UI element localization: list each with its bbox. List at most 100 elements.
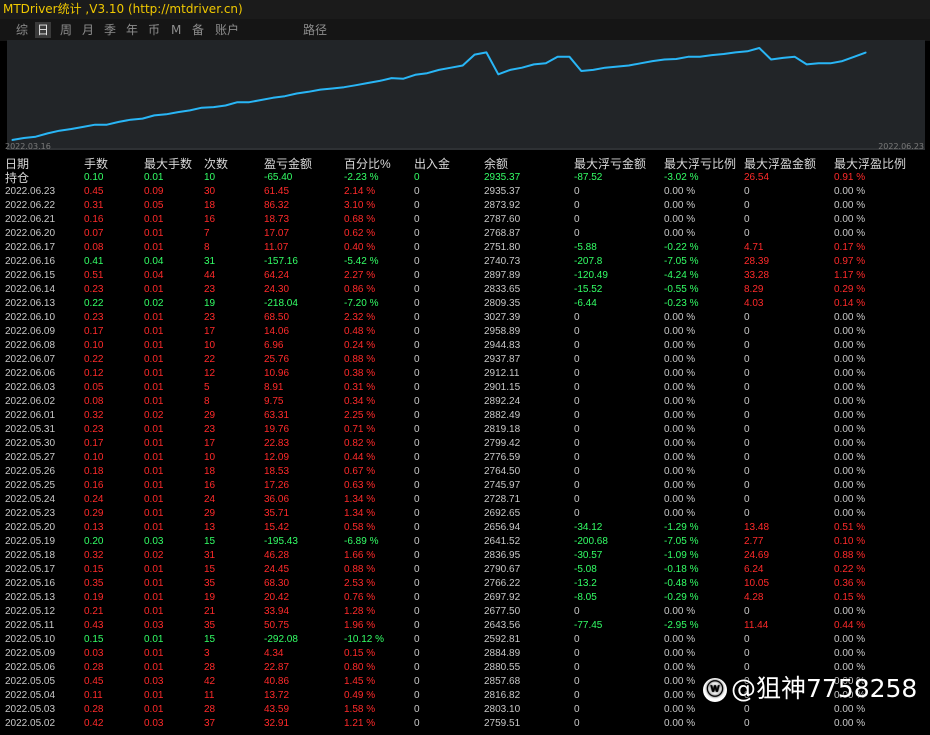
equity-point — [379, 80, 381, 82]
table-row[interactable]: 2022.06.01 0.32 0.02 29 63.31 2.25 % 0 2882.49 0… — [5, 409, 925, 423]
equity-point — [675, 58, 677, 60]
header-lots[interactable]: 手数 — [84, 157, 108, 171]
table-row[interactable]: 2022.05.02 0.42 0.03 37 32.91 1.21 % 0 2759.51 0… — [5, 717, 925, 731]
cell: 0 — [414, 452, 420, 463]
header-max-float-loss-pct[interactable]: 最大浮亏比例 — [664, 157, 736, 171]
header-max-lots[interactable]: 最大手数 — [144, 157, 192, 171]
menu-item-path[interactable]: 路径 — [301, 22, 329, 38]
cell: 0.02 — [144, 550, 164, 561]
cell: 0 — [744, 228, 750, 239]
table-row[interactable]: 2022.05.30 0.17 0.01 17 22.83 0.82 % 0 2799.42 0… — [5, 437, 925, 451]
table-row[interactable]: 2022.05.27 0.10 0.01 10 12.09 0.44 % 0 2776.59 0… — [5, 451, 925, 465]
table-row[interactable]: 2022.05.12 0.21 0.01 21 33.94 1.28 % 0 2677.50 0… — [5, 605, 925, 619]
table-row[interactable]: 2022.06.07 0.22 0.01 22 25.76 0.88 % 0 2937.87 0… — [5, 353, 925, 367]
table-row[interactable]: 2022.06.13 0.22 0.02 19 -218.04 -7.20 % 0 2809.… — [5, 297, 925, 311]
cell: 0 — [414, 480, 420, 491]
menu-item-m[interactable]: M — [169, 22, 183, 38]
equity-point — [592, 69, 594, 71]
cell: 0.44 % — [344, 452, 376, 463]
menu-item-month[interactable]: 月 — [80, 22, 96, 38]
equity-point — [521, 67, 523, 69]
table-row[interactable]: 2022.05.31 0.23 0.01 23 19.76 0.71 % 0 2819.18 0… — [5, 423, 925, 437]
table-row[interactable]: 2022.06.03 0.05 0.01 5 8.91 0.31 % 0 2901.15 0 0.… — [5, 381, 925, 395]
table-row[interactable]: 2022.06.23 0.45 0.09 30 61.45 2.14 % 0 2935.37 0… — [5, 185, 925, 199]
equity-point — [106, 124, 108, 126]
header-profit[interactable]: 盈亏金额 — [264, 157, 312, 171]
table-row[interactable]: 2022.06.08 0.10 0.01 10 6.96 0.24 % 0 2944.83 0 0… — [5, 339, 925, 353]
cell: 2787.60 — [484, 214, 521, 225]
cell: 2958.89 — [484, 326, 521, 337]
table-row[interactable]: 2022.05.24 0.24 0.01 24 36.06 1.34 % 0 2728.71 0… — [5, 493, 925, 507]
table-row[interactable]: 2022.06.15 0.51 0.04 44 64.24 2.27 % 0 2897.89 -… — [5, 269, 925, 283]
cell: 1.66 % — [344, 550, 376, 561]
cell: 0 — [414, 382, 420, 393]
table-row[interactable]: 2022.06.21 0.16 0.01 16 18.73 0.68 % 0 2787.60 0… — [5, 213, 925, 227]
watermark: ⓦ @狙神7758258 — [703, 672, 917, 706]
cell: 63.31 — [264, 410, 290, 421]
table-row[interactable]: 2022.05.09 0.03 0.01 3 4.34 0.15 % 0 2884.89 0 0.… — [5, 647, 925, 661]
table-row[interactable]: 2022.05.23 0.29 0.01 29 35.71 1.34 % 0 2692.65 0… — [5, 507, 925, 521]
cell: 0.23 — [84, 312, 104, 323]
table-row[interactable]: 2022.05.13 0.19 0.01 19 20.42 0.76 % 0 2697.92 -… — [5, 591, 925, 605]
cell: 0 — [744, 466, 750, 477]
table-row[interactable]: 2022.05.19 0.20 0.03 15 -195.43 -6.89 % 0 2641.… — [5, 535, 925, 549]
table-row[interactable]: 2022.05.17 0.15 0.01 15 24.45 0.88 % 0 2790.67 -… — [5, 563, 925, 577]
cell: 0.01 — [144, 340, 164, 351]
cell: 2728.71 — [484, 494, 521, 505]
cell: 8 — [204, 396, 210, 407]
cell: 0 — [574, 312, 580, 323]
watermark-text: @狙神7758258 — [731, 674, 918, 703]
cell: 0.00 % — [664, 634, 696, 645]
holding-row[interactable]: 持仓 0.10 0.01 10 -65.40 -2.23 % 0 2935.37… — [5, 171, 925, 185]
cell: 0.00 % — [664, 438, 696, 449]
table-row[interactable]: 2022.06.10 0.23 0.01 23 68.50 2.32 % 0 3027.39 0… — [5, 311, 925, 325]
table-row[interactable]: 2022.05.26 0.18 0.01 18 18.53 0.67 % 0 2764.50 0… — [5, 465, 925, 479]
equity-point — [580, 70, 582, 72]
table-row[interactable]: 2022.06.16 0.41 0.04 31 -157.16 -5.42 % 0 2740.… — [5, 255, 925, 269]
header-balance[interactable]: 余额 — [484, 157, 508, 171]
header-trades[interactable]: 次数 — [204, 157, 228, 171]
header-max-float-profit-pct[interactable]: 最大浮盈比例 — [834, 157, 906, 171]
cell: 0.00 % — [834, 634, 866, 645]
header-date[interactable]: 日期 — [5, 157, 29, 171]
menu-item-notes[interactable]: 备 — [190, 22, 206, 38]
table-row[interactable]: 2022.05.20 0.13 0.01 13 15.42 0.58 % 0 2656.94 -… — [5, 521, 925, 535]
cell: 0 — [414, 242, 420, 253]
header-deposit[interactable]: 出入金 — [414, 157, 450, 171]
cell: 0.00 % — [834, 466, 866, 477]
cell: 0 — [574, 718, 580, 729]
header-percent[interactable]: 百分比% — [344, 157, 391, 171]
table-row[interactable]: 2022.06.17 0.08 0.01 8 11.07 0.40 % 0 2751.80 -5… — [5, 241, 925, 255]
menu-item-week[interactable]: 周 — [58, 22, 74, 38]
menu-item-quarter[interactable]: 季 — [102, 22, 118, 38]
header-max-float-profit[interactable]: 最大浮盈金额 — [744, 157, 816, 171]
menu-item-currency[interactable]: 币 — [146, 22, 162, 38]
equity-point — [82, 126, 84, 128]
equity-point — [699, 56, 701, 58]
table-row[interactable]: 2022.05.16 0.35 0.01 35 68.30 2.53 % 0 2766.22 -… — [5, 577, 925, 591]
table-row[interactable]: 2022.05.10 0.15 0.01 15 -292.08 -10.12 % 0 2592… — [5, 633, 925, 647]
table-row[interactable]: 2022.06.20 0.07 0.01 7 17.07 0.62 % 0 2768.87 0 0… — [5, 227, 925, 241]
cell: 0.29 % — [834, 284, 866, 295]
cell: 40.86 — [264, 676, 290, 687]
cell: 6.96 — [264, 340, 284, 351]
table-row[interactable]: 2022.06.06 0.12 0.01 12 10.96 0.38 % 0 2912.11 0… — [5, 367, 925, 381]
header-max-float-loss[interactable]: 最大浮亏金额 — [574, 157, 646, 171]
menu-item-summary[interactable]: 综 — [14, 22, 30, 38]
cell: 0 — [574, 648, 580, 659]
cell: -10.12 % — [344, 634, 385, 645]
table-row[interactable]: 2022.05.25 0.16 0.01 16 17.26 0.63 % 0 2745.97 0… — [5, 479, 925, 493]
cell: -2.23 % — [344, 172, 379, 183]
table-row[interactable]: 2022.06.02 0.08 0.01 8 9.75 0.34 % 0 2892.24 0 0.… — [5, 395, 925, 409]
menu-item-account[interactable]: 账户 — [213, 22, 241, 38]
table-row[interactable]: 2022.06.22 0.31 0.05 18 86.32 3.10 % 0 2873.92 0… — [5, 199, 925, 213]
table-row[interactable]: 2022.05.11 0.43 0.03 35 50.75 1.96 % 0 2643.56 -… — [5, 619, 925, 633]
table-row[interactable]: 2022.06.09 0.17 0.01 17 14.06 0.48 % 0 2958.89 0… — [5, 325, 925, 339]
cell: 0 — [414, 648, 420, 659]
menu-item-day[interactable]: 日 — [35, 22, 52, 38]
cell: 0.31 — [84, 200, 104, 211]
menu-item-year[interactable]: 年 — [124, 22, 140, 38]
table-row[interactable]: 2022.05.18 0.32 0.02 31 46.28 1.66 % 0 2836.95 -… — [5, 549, 925, 563]
table-row[interactable]: 2022.06.14 0.23 0.01 23 24.30 0.86 % 0 2833.65 -… — [5, 283, 925, 297]
cell: 2022.06.06 — [5, 368, 56, 379]
